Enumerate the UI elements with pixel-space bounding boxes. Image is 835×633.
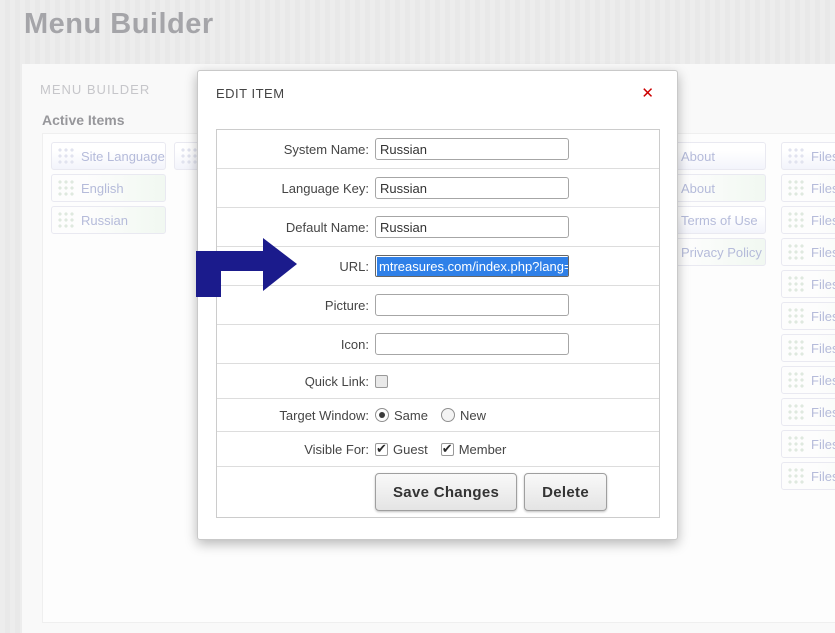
drag-handle-icon[interactable] bbox=[787, 179, 806, 198]
menu-item-label: FilesCa bbox=[811, 399, 835, 426]
panel-header: MENU BUILDER bbox=[40, 82, 150, 97]
drag-handle-icon[interactable] bbox=[787, 275, 806, 294]
menu-item-filesca-1[interactable]: FilesCa bbox=[781, 398, 835, 426]
menu-item-label: FilesTa bbox=[811, 367, 835, 394]
menu-item-filesca-2[interactable]: FilesCa bbox=[781, 430, 835, 458]
form-row-language-key: Language Key: bbox=[217, 169, 659, 208]
menu-item-label: FilesFe bbox=[811, 335, 835, 362]
visible-for-label: Visible For: bbox=[229, 442, 369, 457]
menu-item-files[interactable]: Files bbox=[781, 142, 835, 170]
menu-item-label: FilesCa bbox=[811, 431, 835, 458]
visible-for-option-guest[interactable]: Guest bbox=[375, 442, 428, 457]
drag-handle-icon[interactable] bbox=[787, 403, 806, 422]
menu-item-label: FilesPo bbox=[811, 303, 835, 330]
form-row-visible-for: Visible For: Guest Member bbox=[217, 432, 659, 467]
menu-item-russian[interactable]: Russian bbox=[51, 206, 166, 234]
menu-item-filespo[interactable]: FilesPo bbox=[781, 302, 835, 330]
menu-item-label: Privacy Policy bbox=[681, 239, 762, 266]
menu-item-filesall-2[interactable]: FilesAll bbox=[781, 238, 835, 266]
menu-item-label: FilesHo bbox=[811, 175, 835, 202]
url-input[interactable]: mtreasures.com/index.php?lang=ru bbox=[375, 255, 569, 277]
save-changes-button[interactable]: Save Changes bbox=[375, 473, 517, 511]
menu-item-filesall-1[interactable]: FilesAll bbox=[781, 206, 835, 234]
system-name-label: System Name: bbox=[229, 142, 369, 157]
menu-item-label: Files bbox=[811, 143, 835, 170]
language-key-input[interactable] bbox=[375, 177, 569, 199]
menu-item-filesho[interactable]: FilesHo bbox=[781, 174, 835, 202]
drag-handle-icon[interactable] bbox=[787, 339, 806, 358]
guest-checkbox[interactable] bbox=[375, 443, 388, 456]
drag-handle-icon[interactable] bbox=[787, 147, 806, 166]
icon-label: Icon: bbox=[229, 337, 369, 352]
drag-handle-icon[interactable] bbox=[787, 467, 806, 486]
edit-item-modal: EDIT ITEM ✕ System Name: Language Key: D… bbox=[197, 70, 678, 540]
form-row-icon: Icon: bbox=[217, 325, 659, 364]
form-row-system-name: System Name: bbox=[217, 130, 659, 169]
delete-button[interactable]: Delete bbox=[524, 473, 607, 511]
menu-item-label: Terms of Use bbox=[681, 207, 758, 234]
target-window-label: Target Window: bbox=[229, 408, 369, 423]
page-title: Menu Builder bbox=[24, 8, 214, 41]
form-row-target-window: Target Window: Same New bbox=[217, 399, 659, 432]
visible-for-option-member[interactable]: Member bbox=[441, 442, 507, 457]
close-icon[interactable]: ✕ bbox=[641, 84, 654, 102]
menu-item-label: Russian bbox=[81, 207, 128, 234]
url-selected-text: mtreasures.com/index.php?lang=ru bbox=[377, 257, 569, 276]
drag-handle-icon[interactable] bbox=[57, 147, 76, 166]
active-items-label: Active Items bbox=[42, 112, 124, 128]
menu-builder-page: { "page": { "title": "Menu Builder" }, "… bbox=[0, 0, 835, 633]
menu-item-label: FilesSe bbox=[811, 463, 835, 490]
drag-handle-icon[interactable] bbox=[787, 211, 806, 230]
member-checkbox[interactable] bbox=[441, 443, 454, 456]
modal-title: EDIT ITEM bbox=[216, 86, 285, 101]
target-window-option-same[interactable]: Same bbox=[375, 408, 428, 423]
form-row-buttons: Save Changes Delete bbox=[217, 467, 659, 517]
quick-link-checkbox[interactable] bbox=[375, 375, 388, 388]
icon-input[interactable] bbox=[375, 333, 569, 355]
radio-new[interactable] bbox=[441, 408, 455, 422]
menu-item-english[interactable]: English bbox=[51, 174, 166, 202]
quick-link-label: Quick Link: bbox=[229, 374, 369, 389]
form-row-quick-link: Quick Link: bbox=[217, 364, 659, 399]
drag-handle-icon[interactable] bbox=[57, 211, 76, 230]
drag-handle-icon[interactable] bbox=[57, 179, 76, 198]
menu-item-label: Site Language bbox=[81, 143, 165, 170]
menu-item-filesse[interactable]: FilesSe bbox=[781, 462, 835, 490]
drag-handle-icon[interactable] bbox=[787, 371, 806, 390]
member-label: Member bbox=[459, 442, 507, 457]
radio-same[interactable] bbox=[375, 408, 389, 422]
system-name-input[interactable] bbox=[375, 138, 569, 160]
menu-item-label: English bbox=[81, 175, 124, 202]
menu-item-filesfe[interactable]: FilesFe bbox=[781, 334, 835, 362]
menu-item-label: FilesTo bbox=[811, 271, 835, 298]
edit-item-form: System Name: Language Key: Default Name:… bbox=[216, 129, 660, 518]
picture-input[interactable] bbox=[375, 294, 569, 316]
drag-handle-icon[interactable] bbox=[787, 435, 806, 454]
menu-item-filesta[interactable]: FilesTa bbox=[781, 366, 835, 394]
menu-item-site-language[interactable]: Site Language bbox=[51, 142, 166, 170]
drag-handle-icon[interactable] bbox=[787, 307, 806, 326]
target-window-option-new[interactable]: New bbox=[441, 408, 486, 423]
menu-item-label: FilesAll bbox=[811, 207, 835, 234]
menu-item-filesto[interactable]: FilesTo bbox=[781, 270, 835, 298]
radio-same-label: Same bbox=[394, 408, 428, 423]
drag-handle-icon[interactable] bbox=[787, 243, 806, 262]
annotation-arrow-icon bbox=[188, 234, 303, 304]
language-key-label: Language Key: bbox=[229, 181, 369, 196]
default-name-input[interactable] bbox=[375, 216, 569, 238]
guest-label: Guest bbox=[393, 442, 428, 457]
default-name-label: Default Name: bbox=[229, 220, 369, 235]
radio-new-label: New bbox=[460, 408, 486, 423]
menu-item-label: About bbox=[681, 175, 715, 202]
menu-item-label: About bbox=[681, 143, 715, 170]
menu-item-label: FilesAll bbox=[811, 239, 835, 266]
